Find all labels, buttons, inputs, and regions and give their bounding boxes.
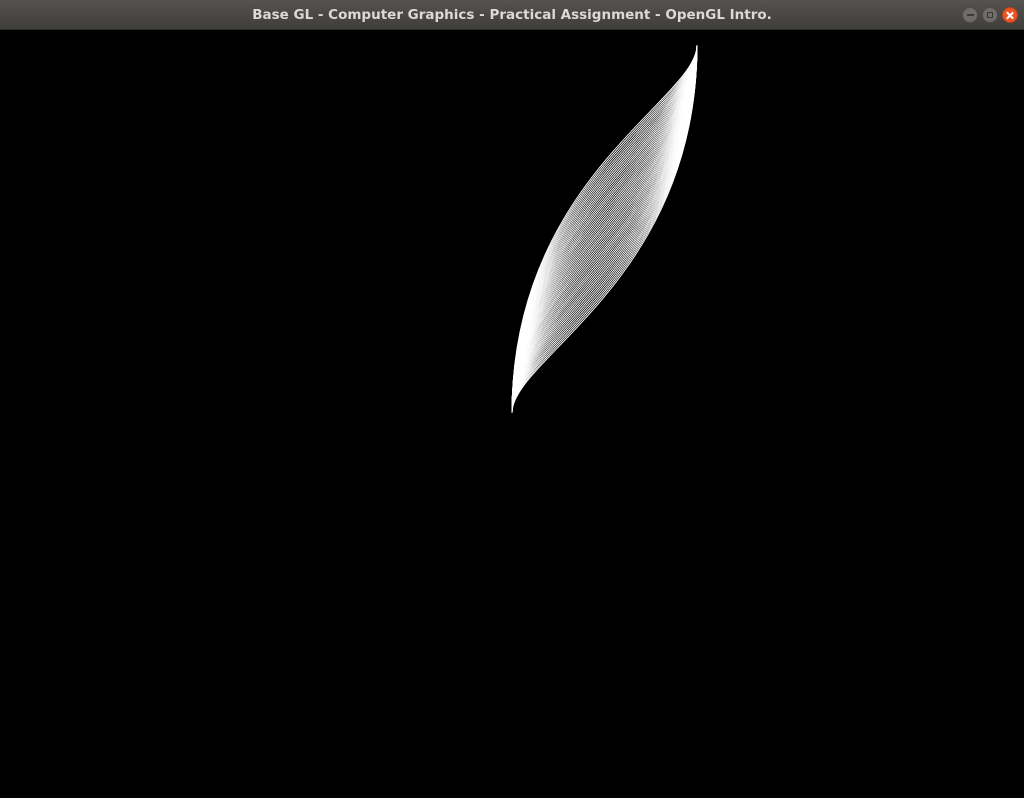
close-icon [1006,11,1014,19]
bezier-curve-family [0,30,1024,798]
gl-viewport[interactable] [0,30,1024,798]
minimize-icon [966,14,974,16]
title-bar[interactable]: Base GL - Computer Graphics - Practical … [0,0,1024,30]
maximize-button[interactable] [982,7,998,23]
app-window: Base GL - Computer Graphics - Practical … [0,0,1024,798]
window-title: Base GL - Computer Graphics - Practical … [252,7,772,23]
maximize-icon [987,12,993,18]
close-button[interactable] [1002,7,1018,23]
minimize-button[interactable] [962,7,978,23]
